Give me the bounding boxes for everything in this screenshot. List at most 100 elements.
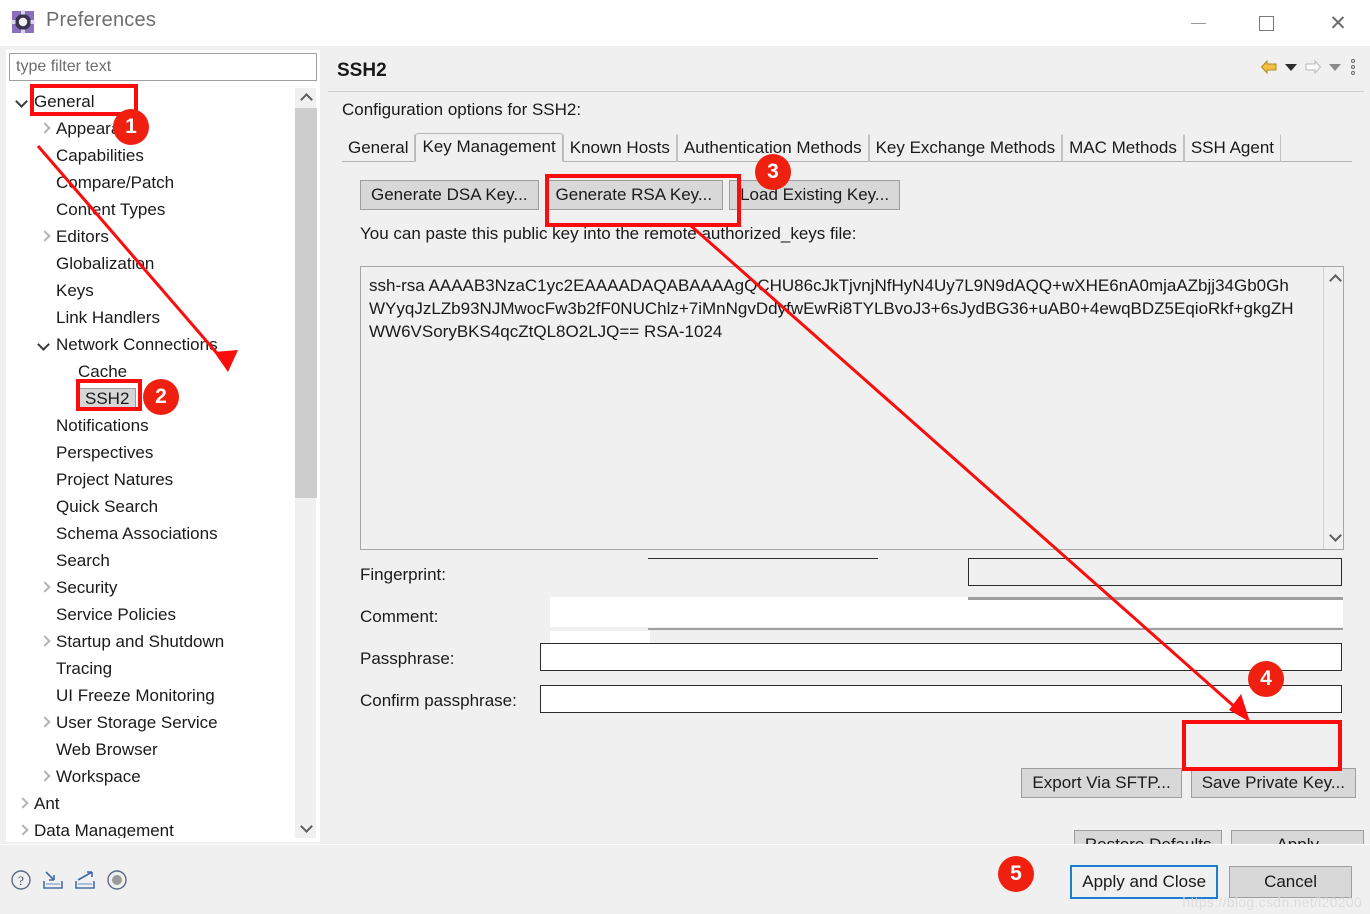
chevron-down-icon[interactable]: [37, 337, 53, 353]
sidebar-item-editors[interactable]: Editors: [9, 223, 317, 250]
ssh2-tab-bar[interactable]: General Key Management Known Hosts Authenti…: [342, 132, 1352, 162]
tab-label: Known Hosts: [569, 138, 670, 157]
public-key-textarea[interactable]: ssh-rsa AAAAB3NzaC1yc2EAAAADAQABAAAAgQCH…: [360, 266, 1344, 550]
key-scroll-up-button[interactable]: [1324, 269, 1343, 289]
fingerprint-artifact-left-edge: [968, 559, 969, 586]
dialog-footer: ? Apply and Close Cancel https://blog.cs…: [0, 844, 1370, 914]
sidebar-item-ant[interactable]: Ant: [9, 790, 317, 817]
sidebar-item-notifications[interactable]: Notifications: [9, 412, 317, 439]
sidebar-item-search[interactable]: Search: [9, 547, 317, 574]
annotation-badge-3: 3: [756, 155, 790, 189]
tab-key-management[interactable]: Key Management: [415, 133, 563, 162]
chevron-right-icon[interactable]: [15, 796, 31, 812]
key-export-buttons: Export Via SFTP... Save Private Key...: [328, 768, 1364, 798]
minimize-button[interactable]: [1174, 0, 1222, 46]
sidebar-scrollbar[interactable]: [294, 88, 317, 838]
preferences-window: Preferences ✕ General Appearance Capabilit…: [0, 0, 1370, 914]
public-key-text: ssh-rsa AAAAB3NzaC1yc2EAAAADAQABAAAAgQCH…: [369, 276, 1294, 341]
scroll-up-button[interactable]: [295, 88, 317, 108]
sidebar-item-appearance[interactable]: Appearance: [9, 115, 317, 142]
watermark-text: https://blog.csdn.net/l20200: [1182, 894, 1362, 910]
close-button[interactable]: ✕: [1314, 0, 1362, 46]
passphrase-input[interactable]: [540, 643, 1342, 671]
record-icon[interactable]: [106, 869, 128, 896]
tab-label: General: [348, 138, 409, 157]
sidebar-item-project-natures[interactable]: Project Natures: [9, 466, 317, 493]
sidebar-item-network-connections[interactable]: Network Connections: [9, 331, 317, 358]
tab-general[interactable]: General: [342, 134, 416, 162]
sidebar-item-user-storage-service[interactable]: User Storage Service: [9, 709, 317, 736]
sidebar-item-label: Web Browser: [56, 740, 158, 759]
sidebar-item-perspectives[interactable]: Perspectives: [9, 439, 317, 466]
sidebar-item-keys[interactable]: Keys: [9, 277, 317, 304]
annotation-badge-2: 2: [144, 380, 178, 414]
chevron-up-icon: [302, 94, 311, 103]
sidebar-item-schema-associations[interactable]: Schema Associations: [9, 520, 317, 547]
sidebar-item-label: Perspectives: [56, 443, 154, 462]
export-via-sftp-button[interactable]: Export Via SFTP...: [1021, 768, 1182, 798]
confirm-passphrase-row: Confirm passphrase:: [328, 681, 1364, 723]
arrow-right-icon[interactable]: [1304, 59, 1322, 75]
load-existing-key-button[interactable]: Load Existing Key...: [729, 180, 901, 210]
sidebar-item-workspace[interactable]: Workspace: [9, 763, 317, 790]
vertical-dots-icon[interactable]: [1348, 59, 1358, 75]
import-icon[interactable]: [42, 869, 64, 896]
tab-known-hosts[interactable]: Known Hosts: [562, 134, 677, 162]
sidebar-item-label: Security: [56, 578, 118, 597]
tab-ssh-agent[interactable]: SSH Agent: [1183, 134, 1282, 162]
confirm-passphrase-input[interactable]: [540, 685, 1342, 713]
save-private-key-button[interactable]: Save Private Key...: [1190, 768, 1356, 798]
export-icon[interactable]: [74, 869, 96, 896]
sidebar-item-compare-patch[interactable]: Compare/Patch: [9, 169, 317, 196]
public-key-scrollbar[interactable]: [1323, 267, 1343, 549]
key-scroll-down-button[interactable]: [1324, 527, 1343, 547]
chevron-right-icon[interactable]: [37, 634, 53, 650]
sidebar-item-label: Globalization: [56, 254, 155, 273]
back-history-chevron-down-icon[interactable]: [1285, 63, 1297, 71]
forward-history-chevron-down-icon[interactable]: [1329, 63, 1341, 71]
sidebar-item-service-policies[interactable]: Service Policies: [9, 601, 317, 628]
chevron-down-icon[interactable]: [15, 94, 31, 110]
generate-dsa-key-button[interactable]: Generate DSA Key...: [360, 180, 539, 210]
tab-mac-methods[interactable]: MAC Methods: [1062, 134, 1184, 162]
fingerprint-row: Fingerprint:: [328, 555, 1364, 597]
sidebar-item-content-types[interactable]: Content Types: [9, 196, 317, 223]
sidebar-item-quick-search[interactable]: Quick Search: [9, 493, 317, 520]
filter-input[interactable]: [9, 53, 317, 81]
chevron-right-icon[interactable]: [15, 823, 31, 839]
chevron-right-icon[interactable]: [37, 229, 53, 245]
tab-label: Key Exchange Methods: [875, 138, 1056, 157]
sidebar-item-capabilities[interactable]: Capabilities: [9, 142, 317, 169]
chevron-right-icon[interactable]: [37, 769, 53, 785]
arrow-left-icon[interactable]: [1260, 59, 1278, 75]
sidebar-item-security[interactable]: Security: [9, 574, 317, 601]
maximize-button[interactable]: [1242, 0, 1290, 46]
sidebar-item-label: Notifications: [56, 416, 149, 435]
chevron-down-icon: [302, 824, 311, 833]
preferences-tree[interactable]: General Appearance Capabilities Compare/Pat…: [9, 88, 317, 838]
help-icon[interactable]: ?: [10, 869, 32, 896]
preferences-sidebar: GeneralAppearanceCapabilitiesCompare/Pat…: [6, 50, 320, 842]
sidebar-item-label: Ant: [34, 794, 60, 813]
sidebar-item-label: UI Freeze Monitoring: [56, 686, 215, 705]
sidebar-item-link-handlers[interactable]: Link Handlers: [9, 304, 317, 331]
chevron-right-icon[interactable]: [37, 580, 53, 596]
sidebar-item-web-browser[interactable]: Web Browser: [9, 736, 317, 763]
sidebar-item-label: Capabilities: [56, 146, 144, 165]
sidebar-item-globalization[interactable]: Globalization: [9, 250, 317, 277]
sidebar-item-data-management[interactable]: Data Management: [9, 817, 317, 838]
sidebar-item-ui-freeze-monitoring[interactable]: UI Freeze Monitoring: [9, 682, 317, 709]
sidebar-item-startup-and-shutdown[interactable]: Startup and Shutdown: [9, 628, 317, 655]
chevron-right-icon[interactable]: [37, 121, 53, 137]
scrollbar-thumb[interactable]: [295, 108, 317, 498]
sidebar-item-tracing[interactable]: Tracing: [9, 655, 317, 682]
tab-key-exchange-methods[interactable]: Key Exchange Methods: [868, 134, 1063, 162]
scroll-down-button[interactable]: [295, 818, 317, 838]
chevron-right-icon[interactable]: [37, 715, 53, 731]
